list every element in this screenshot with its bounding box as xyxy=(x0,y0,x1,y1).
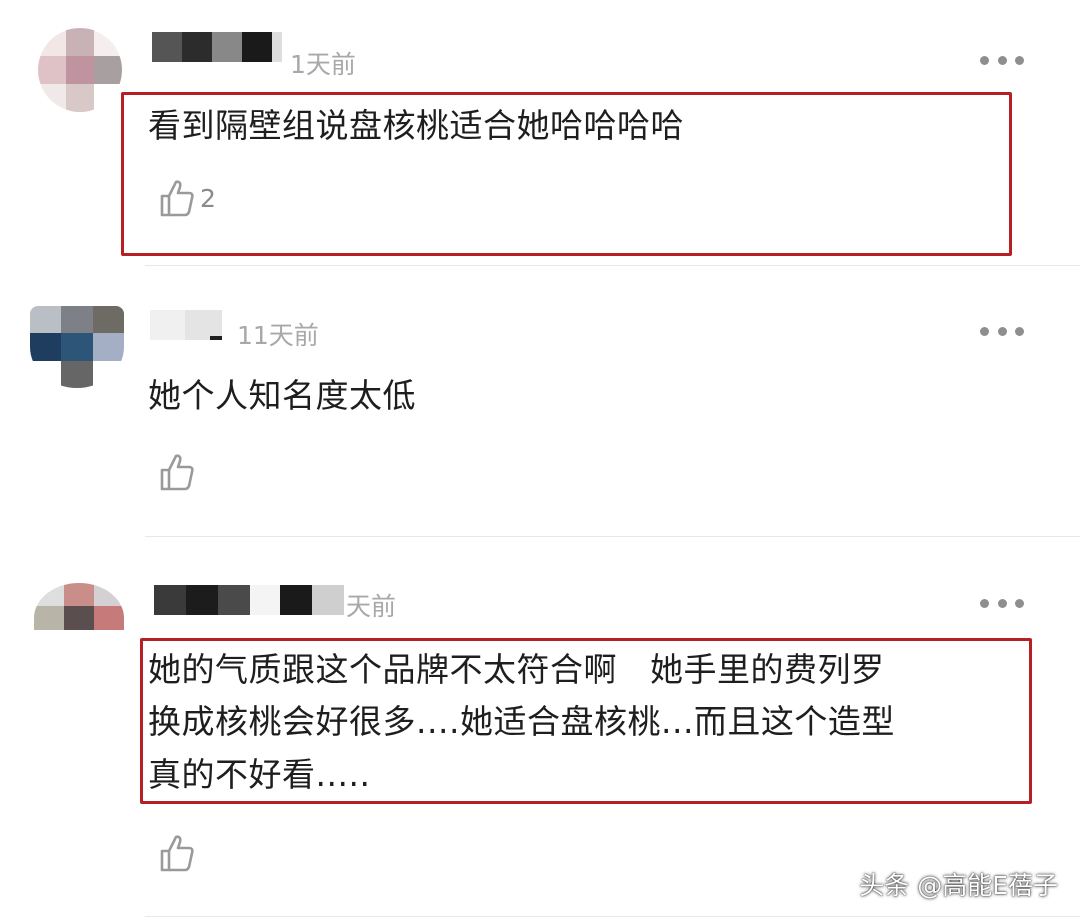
comment-time: 11天前 xyxy=(237,321,319,350)
more-icon[interactable] xyxy=(980,596,1024,610)
thumbs-up-icon xyxy=(158,833,196,873)
comment-item-2: 11天前 她个人知名度太低 xyxy=(0,266,1080,536)
comment-text-line-2: 换成核桃会好很多....她适合盘核桃...而且这个造型 xyxy=(148,702,895,741)
comment-item-3: 天前 她的气质跟这个品牌不太符合啊 她手里的费列罗 换成核桃会好很多....她适… xyxy=(0,537,1080,922)
like-button[interactable] xyxy=(158,833,196,873)
more-icon[interactable] xyxy=(980,53,1024,67)
like-count: 2 xyxy=(200,183,216,213)
like-button[interactable]: 2 xyxy=(158,178,216,218)
avatar[interactable] xyxy=(38,28,122,112)
comment-time: 1天前 xyxy=(290,50,356,79)
comment-text: 看到隔壁组说盘核桃适合她哈哈哈哈 xyxy=(148,106,684,145)
username-blurred[interactable] xyxy=(150,310,222,340)
avatar[interactable] xyxy=(34,583,124,653)
avatar[interactable] xyxy=(30,306,124,388)
comment-text-line-3: 真的不好看..... xyxy=(148,755,371,794)
like-button[interactable] xyxy=(158,452,196,492)
more-icon[interactable] xyxy=(980,324,1024,338)
watermark: 头条 @高能E蓓子 xyxy=(859,871,1058,900)
comment-item-1: 1天前 看到隔壁组说盘核桃适合她哈哈哈哈 2 xyxy=(0,0,1080,265)
divider xyxy=(145,916,1080,917)
thumbs-up-icon xyxy=(158,178,196,218)
username-blurred[interactable] xyxy=(152,32,282,62)
comment-time: 天前 xyxy=(346,592,397,621)
comment-text: 她个人知名度太低 xyxy=(148,376,416,415)
comment-text-line-1: 她的气质跟这个品牌不太符合啊 她手里的费列罗 xyxy=(148,650,885,689)
thumbs-up-icon xyxy=(158,452,196,492)
username-blurred[interactable] xyxy=(154,585,344,615)
